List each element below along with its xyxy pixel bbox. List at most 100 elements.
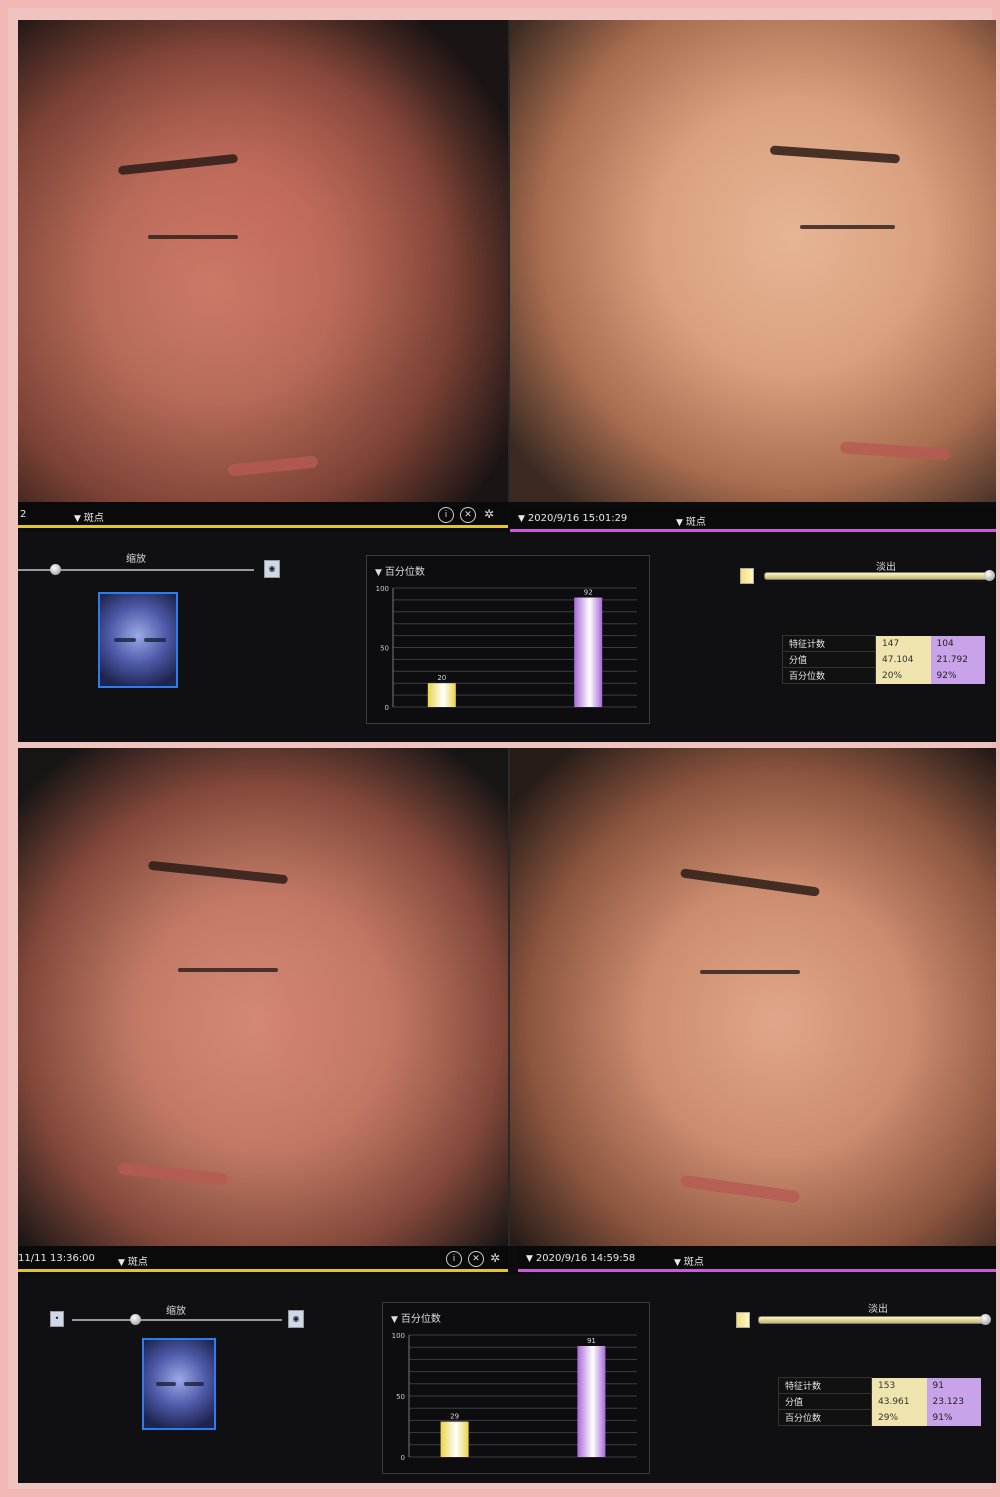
info-icon[interactable]: i (446, 1251, 462, 1267)
dropdown-caret-icon: ▼ (526, 1254, 533, 1264)
percentile-bar-chart: 100 50 0 20 92 (376, 585, 637, 712)
dropdown-caret-icon: ▼ (518, 514, 525, 524)
y-tick-label: 50 (396, 1393, 405, 1401)
dropdown-caret-icon: ▼ (118, 1258, 125, 1268)
fade-slider[interactable] (764, 572, 988, 580)
fade-slider-knob[interactable] (980, 1314, 991, 1325)
comparison-panel-2: 11/11 13:36:00 ▼ 斑点 i ✕ ✲ ▼ 2020/9/16 14:5… (18, 748, 996, 1483)
stats-value-before: 147 (875, 635, 931, 652)
stats-label: 特征计数 (782, 635, 876, 652)
stats-row: 分值 43.961 23.123 (778, 1393, 981, 1410)
feature-label: 斑点 (127, 1257, 148, 1268)
percentile-chart: ▼ 百分位数 100 50 0 29 91 (382, 1302, 650, 1474)
fade-slider-knob[interactable] (984, 570, 995, 581)
photo-frame: 2 ▼ 斑点 i ✕ ✲ ▼ 2020/9/16 15:01:29 ▼ 斑点 缩放 ◉… (0, 0, 1000, 1497)
timestamp-left: 2 (20, 509, 27, 520)
stats-value-before: 153 (871, 1377, 927, 1394)
y-tick-label: 100 (392, 1332, 405, 1340)
stats-label: 分值 (778, 1393, 872, 1410)
bar (440, 1421, 469, 1457)
bar-value-label: 92 (584, 589, 593, 597)
face-thumbnail[interactable] (142, 1338, 216, 1430)
bar (577, 1345, 606, 1457)
left-image-toolbar: 11/11 13:36:00 ▼ 斑点 i ✕ ✲ (18, 1246, 508, 1272)
face-photo-after (510, 20, 996, 502)
timestamp-right-text: 2020/9/16 15:01:29 (527, 513, 628, 524)
eye-icon[interactable]: ◉ (288, 1310, 304, 1328)
right-image-toolbar: ▼ 2020/9/16 14:59:58 ▼ 斑点 (518, 1246, 996, 1272)
face-thumbnail[interactable] (98, 592, 178, 688)
right-image-toolbar: ▼ 2020/9/16 15:01:29 ▼ 斑点 (510, 506, 996, 532)
feature-dropdown-left[interactable]: ▼ 斑点 (74, 509, 104, 524)
close-icon[interactable]: ✕ (460, 507, 476, 523)
info-icon[interactable]: i (438, 507, 454, 523)
stats-value-after: 21.792 (930, 651, 985, 668)
zoom-slider-knob[interactable] (130, 1314, 141, 1325)
zoom-slider-knob[interactable] (50, 564, 61, 575)
feature-label: 斑点 (685, 517, 706, 528)
timestamp-left: 11/11 13:36:00 (18, 1253, 95, 1264)
bar-value-label: 91 (587, 1337, 596, 1345)
stats-label: 分值 (782, 651, 876, 668)
stats-value-after: 23.123 (926, 1393, 981, 1410)
fade-label: 淡出 (876, 562, 896, 573)
bar-value-label: 29 (450, 1413, 459, 1421)
feature-dropdown-left[interactable]: ▼ 斑点 (118, 1253, 148, 1268)
settings-icon[interactable]: ✲ (482, 507, 496, 521)
stats-label: 百分位数 (782, 667, 876, 684)
close-icon[interactable]: ✕ (468, 1251, 484, 1267)
feature-label: 斑点 (683, 1257, 704, 1268)
feature-label: 斑点 (83, 513, 104, 524)
bar (427, 683, 456, 707)
feature-dropdown-right[interactable]: ▼ 斑点 (674, 1253, 704, 1268)
y-tick-label: 100 (376, 585, 389, 593)
bar-value-label: 20 (437, 674, 446, 682)
fade-color-swatch[interactable] (736, 1312, 750, 1328)
percentile-chart: ▼ 百分位数 100 50 0 20 92 (366, 555, 650, 724)
stats-value-before: 20% (875, 667, 931, 684)
stats-value-after: 91 (926, 1377, 981, 1394)
left-image-toolbar: 2 ▼ 斑点 i ✕ ✲ (18, 502, 508, 528)
percentile-bar-chart: 100 50 0 29 91 (392, 1332, 637, 1462)
dropdown-caret-icon: ▼ (74, 514, 81, 524)
y-tick-label: 0 (401, 1454, 405, 1462)
zoom-label: 缩放 (126, 554, 146, 565)
stats-row: 百分位数 20% 92% (782, 667, 985, 684)
y-tick-label: 0 (385, 704, 389, 712)
stats-row: 特征计数 153 91 (778, 1377, 981, 1394)
timestamp-right: ▼ 2020/9/16 15:01:29 (518, 513, 627, 524)
analysis-area: 缩放 ◉ ▼ 百分位数 100 50 0 20 92 淡出 特征计数 147 104 分值 47.… (18, 532, 996, 742)
y-tick-label: 50 (380, 645, 389, 653)
stats-value-after: 91% (926, 1409, 981, 1426)
face-photo-before (18, 20, 508, 502)
stats-row: 百分位数 29% 91% (778, 1409, 981, 1426)
stats-row: 特征计数 147 104 (782, 635, 985, 652)
stats-table: 特征计数 153 91 分值 43.961 23.123 百分位数 29% 91% (778, 1377, 981, 1426)
stats-row: 分值 47.104 21.792 (782, 651, 985, 668)
stats-table: 特征计数 147 104 分值 47.104 21.792 百分位数 20% 92% (782, 635, 985, 684)
comparison-panel-1: 2 ▼ 斑点 i ✕ ✲ ▼ 2020/9/16 15:01:29 ▼ 斑点 缩放 ◉… (18, 20, 996, 742)
stats-value-before: 29% (871, 1409, 927, 1426)
eye-closed-icon[interactable]: • (50, 1311, 64, 1327)
stats-value-before: 43.961 (871, 1393, 927, 1410)
zoom-label: 缩放 (166, 1306, 186, 1317)
fade-color-swatch[interactable] (740, 568, 754, 584)
stats-label: 特征计数 (778, 1377, 872, 1394)
eye-icon[interactable]: ◉ (264, 560, 280, 578)
bar (574, 597, 603, 707)
face-photo-after (510, 748, 996, 1246)
analysis-area: • 缩放 ◉ ▼ 百分位数 100 50 0 29 91 淡出 特征计数 153 91 分值 43… (18, 1274, 996, 1483)
timestamp-right-text: 2020/9/16 14:59:58 (535, 1253, 636, 1264)
fade-slider[interactable] (758, 1316, 986, 1324)
stats-value-after: 104 (930, 635, 985, 652)
dropdown-caret-icon: ▼ (674, 1258, 681, 1268)
feature-dropdown-right[interactable]: ▼ 斑点 (676, 513, 706, 528)
stats-value-after: 92% (930, 667, 985, 684)
zoom-slider[interactable] (72, 1319, 282, 1321)
stats-label: 百分位数 (778, 1409, 872, 1426)
timestamp-right: ▼ 2020/9/16 14:59:58 (526, 1253, 635, 1264)
settings-icon[interactable]: ✲ (488, 1251, 502, 1265)
stats-value-before: 47.104 (875, 651, 931, 668)
fade-label: 淡出 (868, 1304, 888, 1315)
face-photo-before (18, 748, 508, 1246)
